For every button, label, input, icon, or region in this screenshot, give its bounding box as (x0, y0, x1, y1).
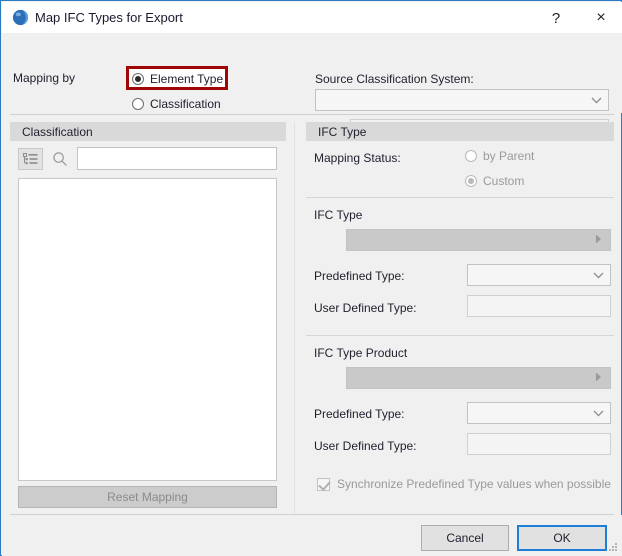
radio-classification-indicator (132, 98, 144, 110)
classification-panel-title: Classification (22, 124, 93, 139)
mapping-mode-section: Mapping by Element Type Classification S… (2, 33, 622, 141)
title-bar: Map IFC Types for Export ? × (2, 2, 622, 33)
chevron-down-icon (584, 90, 608, 110)
checkbox-indicator (317, 477, 330, 491)
cancel-button[interactable]: Cancel (421, 525, 509, 551)
archicad-sphere-icon (12, 9, 29, 26)
ifc-type-section-title: IFC Type (314, 208, 363, 222)
tree-list-icon[interactable] (18, 148, 43, 170)
user-defined-type-label-1: User Defined Type: (314, 301, 417, 315)
user-defined-type-label-2: User Defined Type: (314, 439, 417, 453)
radio-custom-indicator (465, 175, 477, 187)
ok-button[interactable]: OK (517, 525, 607, 551)
section-divider-2 (306, 335, 614, 336)
radio-element-type-label: Element Type (150, 72, 224, 86)
radio-by-parent[interactable]: by Parent (465, 149, 534, 163)
radio-element-type[interactable]: Element Type (132, 72, 223, 86)
search-icon[interactable] (52, 151, 68, 167)
sync-predefined-type-label: Synchronize Predefined Type values when … (337, 477, 611, 491)
predefined-type-label-2: Predefined Type: (314, 407, 405, 421)
chevron-right-icon (595, 372, 602, 384)
resize-grip[interactable] (609, 543, 618, 552)
predefined-type-select-1[interactable] (467, 264, 611, 286)
chevron-right-icon (595, 234, 602, 246)
ifc-type-product-section-title: IFC Type Product (314, 346, 408, 360)
window-title: Map IFC Types for Export (35, 10, 183, 25)
user-defined-type-input-2[interactable] (467, 433, 611, 455)
radio-classification[interactable]: Classification (132, 97, 221, 111)
classification-list[interactable] (18, 178, 277, 481)
predefined-type-select-2[interactable] (467, 402, 611, 424)
ifc-type-panel-title: IFC Type (318, 124, 367, 139)
classification-panel-header: Classification (10, 122, 286, 141)
close-icon[interactable]: × (580, 3, 622, 33)
chevron-down-icon (586, 265, 610, 285)
ifc-type-panel-header: IFC Type (306, 122, 614, 141)
help-button[interactable]: ? (535, 3, 577, 33)
radio-element-type-indicator (132, 73, 144, 85)
mapping-by-label: Mapping by (13, 71, 76, 85)
user-defined-type-input-1[interactable] (467, 295, 611, 317)
radio-custom-label: Custom (483, 174, 525, 188)
top-divider (10, 114, 614, 115)
radio-custom[interactable]: Custom (465, 174, 524, 188)
panel-divider (294, 122, 295, 514)
reset-mapping-button[interactable]: Reset Mapping (18, 486, 277, 508)
sync-predefined-type-checkbox[interactable]: Synchronize Predefined Type values when … (317, 477, 611, 491)
ifc-type-value-field[interactable] (346, 229, 611, 251)
source-classification-system-label: Source Classification System: (315, 72, 474, 86)
classification-search-input[interactable] (77, 147, 277, 170)
dialog-window: Map IFC Types for Export ? × Mapping by … (0, 0, 622, 556)
source-classification-system-select[interactable] (315, 89, 609, 111)
radio-by-parent-indicator (465, 150, 477, 162)
ifc-type-product-value-field[interactable] (346, 367, 611, 389)
chevron-down-icon (586, 403, 610, 423)
radio-by-parent-label: by Parent (483, 149, 535, 163)
radio-classification-label: Classification (150, 97, 221, 111)
mapping-status-label: Mapping Status: (314, 151, 401, 165)
section-divider-1 (306, 197, 614, 198)
predefined-type-label-1: Predefined Type: (314, 269, 405, 283)
